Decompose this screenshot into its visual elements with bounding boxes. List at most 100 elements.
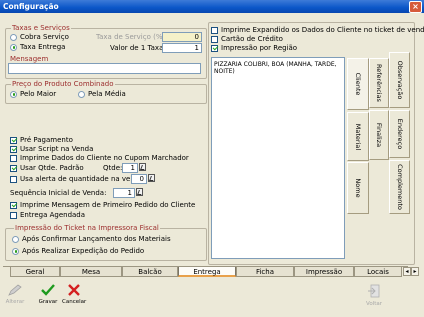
calculator-icon: [148, 174, 155, 182]
alterar-label: Alterar: [5, 299, 25, 305]
cancel-x-icon: [68, 284, 80, 296]
taxa-servico-label: Taxa de Serviço (%): [96, 33, 166, 41]
tab-scroll-left-button[interactable]: ◂: [403, 267, 411, 276]
pela-media-label: Pela Média: [88, 90, 126, 98]
imprime-dados-label: Imprime Dados do Cliente no Cupom Marcha…: [20, 154, 189, 162]
apos-confirmar-radio[interactable]: Após Confirmar Lançamento dos Materiais: [12, 235, 171, 244]
tab-finaliza[interactable]: Finaliza: [369, 110, 389, 160]
alerta-input[interactable]: 0: [131, 174, 147, 184]
valor-taxa-label: Valor de 1 Taxa: [110, 44, 164, 52]
exit-door-icon: [368, 284, 380, 298]
usar-qtde-checkbox[interactable]: Usar Qtde. Padrão: [10, 164, 84, 173]
sequencia-input[interactable]: 1: [113, 188, 135, 198]
radio-selected-icon: [10, 43, 17, 51]
tab-nome[interactable]: Nome: [347, 162, 369, 214]
checkbox-checked-icon: [211, 44, 218, 52]
tab-material[interactable]: Material: [347, 112, 369, 161]
qtde-input[interactable]: 1: [122, 163, 138, 173]
taxa-entrega-label: Taxa Entrega: [20, 43, 66, 51]
impressao-regiao-label: Impressão por Região: [221, 44, 298, 52]
pela-media-radio[interactable]: Pela Média: [78, 90, 126, 99]
close-icon[interactable]: ×: [409, 1, 422, 13]
voltar-label: Voltar: [365, 301, 383, 307]
edit-icon: [8, 284, 22, 296]
entrega-agendada-checkbox[interactable]: Entrega Agendada: [10, 211, 85, 220]
tab-mesa[interactable]: Mesa: [60, 267, 122, 277]
taxa-entrega-radio[interactable]: Taxa Entrega: [10, 43, 65, 52]
qtde-calc-button[interactable]: [139, 163, 146, 171]
tab-complemento[interactable]: Complemento: [389, 160, 410, 214]
tab-entrega[interactable]: Entrega: [178, 267, 236, 277]
voltar-button[interactable]: Voltar: [362, 284, 386, 307]
checkbox-icon: [10, 175, 17, 183]
usar-qtde-label: Usar Qtde. Padrão: [20, 164, 84, 172]
usar-script-checkbox[interactable]: Usar Script na Venda: [10, 145, 93, 154]
pre-pagamento-label: Pré Pagamento: [20, 136, 73, 144]
tab-endereco[interactable]: Endereço: [389, 110, 410, 158]
taxas-legend: Taxas e Serviços: [11, 24, 71, 32]
tab-geral[interactable]: Geral: [10, 267, 60, 277]
alerta-value: 0: [139, 175, 144, 183]
radio-icon: [12, 235, 19, 243]
tab-mesa-label: Mesa: [81, 268, 101, 276]
gravar-button[interactable]: Gravar: [37, 284, 59, 305]
sequencia-value: 1: [127, 189, 132, 197]
tab-geral-label: Geral: [25, 268, 45, 276]
mensagem-input[interactable]: [8, 63, 201, 74]
entrega-agendada-label: Entrega Agendada: [20, 211, 86, 219]
apos-realizar-radio[interactable]: Após Realizar Expedição do Pedido: [12, 247, 144, 256]
cancelar-label: Cancelar: [62, 299, 87, 305]
sequencia-label: Sequência Inicial de Venda:: [10, 189, 107, 197]
tab-observacao[interactable]: Observação: [389, 52, 410, 108]
checkbox-icon: [10, 154, 17, 162]
valor-taxa-value: 1: [194, 44, 199, 52]
tab-referencias-label: Referências: [375, 64, 383, 102]
radio-icon: [78, 90, 85, 98]
valor-taxa-input[interactable]: 1: [162, 43, 202, 53]
apos-confirmar-label: Após Confirmar Lançamento dos Materiais: [22, 235, 171, 243]
sequencia-calc-button[interactable]: [136, 188, 143, 196]
tab-cliente[interactable]: Cliente: [347, 58, 369, 110]
imprime-mensagem-checkbox[interactable]: Imprime Mensagem de Primeiro Pedido do C…: [10, 201, 195, 210]
tab-locais-producao[interactable]: Locais Produç: [354, 267, 402, 277]
checkbox-checked-icon: [10, 201, 17, 209]
cobra-servico-radio[interactable]: Cobra Serviço: [10, 33, 69, 42]
imprime-expandido-checkbox[interactable]: Imprime Expandido os Dados do Cliente no…: [211, 26, 424, 35]
tab-ficha-label: Ficha: [255, 268, 275, 276]
tab-impressao[interactable]: Impressão: [294, 267, 354, 277]
radio-icon: [10, 33, 17, 41]
impressao-group: Impressão do Ticket na Impressora Fiscal: [5, 224, 207, 261]
tab-complemento-label: Complemento: [395, 164, 404, 210]
gravar-label: Gravar: [38, 299, 58, 305]
checkbox-icon: [10, 211, 17, 219]
preco-legend: Preço do Produto Combinado: [11, 80, 115, 88]
checkbox-checked-icon: [10, 164, 17, 172]
tab-endereco-label: Endereço: [395, 118, 404, 150]
usa-alerta-checkbox[interactable]: Usa alerta de quantidade na venda: [10, 175, 144, 184]
memo-textarea[interactable]: PIZZARIA COLIBRI, BOA (MANHA, TARDE, NOI…: [211, 57, 345, 259]
pelo-maior-radio[interactable]: Pelo Maior: [10, 90, 56, 99]
alerta-calc-button[interactable]: [148, 174, 155, 182]
pre-pagamento-checkbox[interactable]: Pré Pagamento: [10, 136, 73, 145]
cancelar-button[interactable]: Cancelar: [62, 284, 86, 305]
taxa-servico-input[interactable]: 0: [162, 32, 202, 42]
tab-balcao[interactable]: Balcão: [122, 267, 178, 277]
tab-referencias[interactable]: Referências: [369, 58, 389, 108]
tab-ficha[interactable]: Ficha: [236, 267, 294, 277]
tab-locais-producao-label: Locais Produç: [367, 268, 389, 276]
imprime-dados-checkbox[interactable]: Imprime Dados do Cliente no Cupom Marcha…: [10, 154, 189, 163]
usar-script-label: Usar Script na Venda: [20, 145, 94, 153]
impressao-regiao-checkbox[interactable]: Impressão por Região: [211, 44, 297, 53]
tab-material-label: Material: [354, 123, 362, 150]
cartao-credito-checkbox[interactable]: Cartão de Crédito: [211, 35, 283, 44]
tab-scroll-right-button[interactable]: ▸: [411, 267, 419, 276]
tab-impressao-label: Impressão: [305, 268, 343, 276]
apos-realizar-label: Após Realizar Expedição do Pedido: [22, 247, 145, 255]
qtde-label: Qtde:: [103, 164, 123, 172]
memo-text: PIZZARIA COLIBRI, BOA (MANHA, TARDE, NOI…: [214, 61, 337, 75]
window-title: Configuração: [3, 2, 59, 11]
imprime-expandido-label: Imprime Expandido os Dados do Cliente no…: [221, 26, 424, 34]
radio-selected-icon: [12, 247, 19, 255]
alterar-button[interactable]: Alterar: [4, 284, 26, 305]
checkmark-icon: [41, 284, 55, 296]
